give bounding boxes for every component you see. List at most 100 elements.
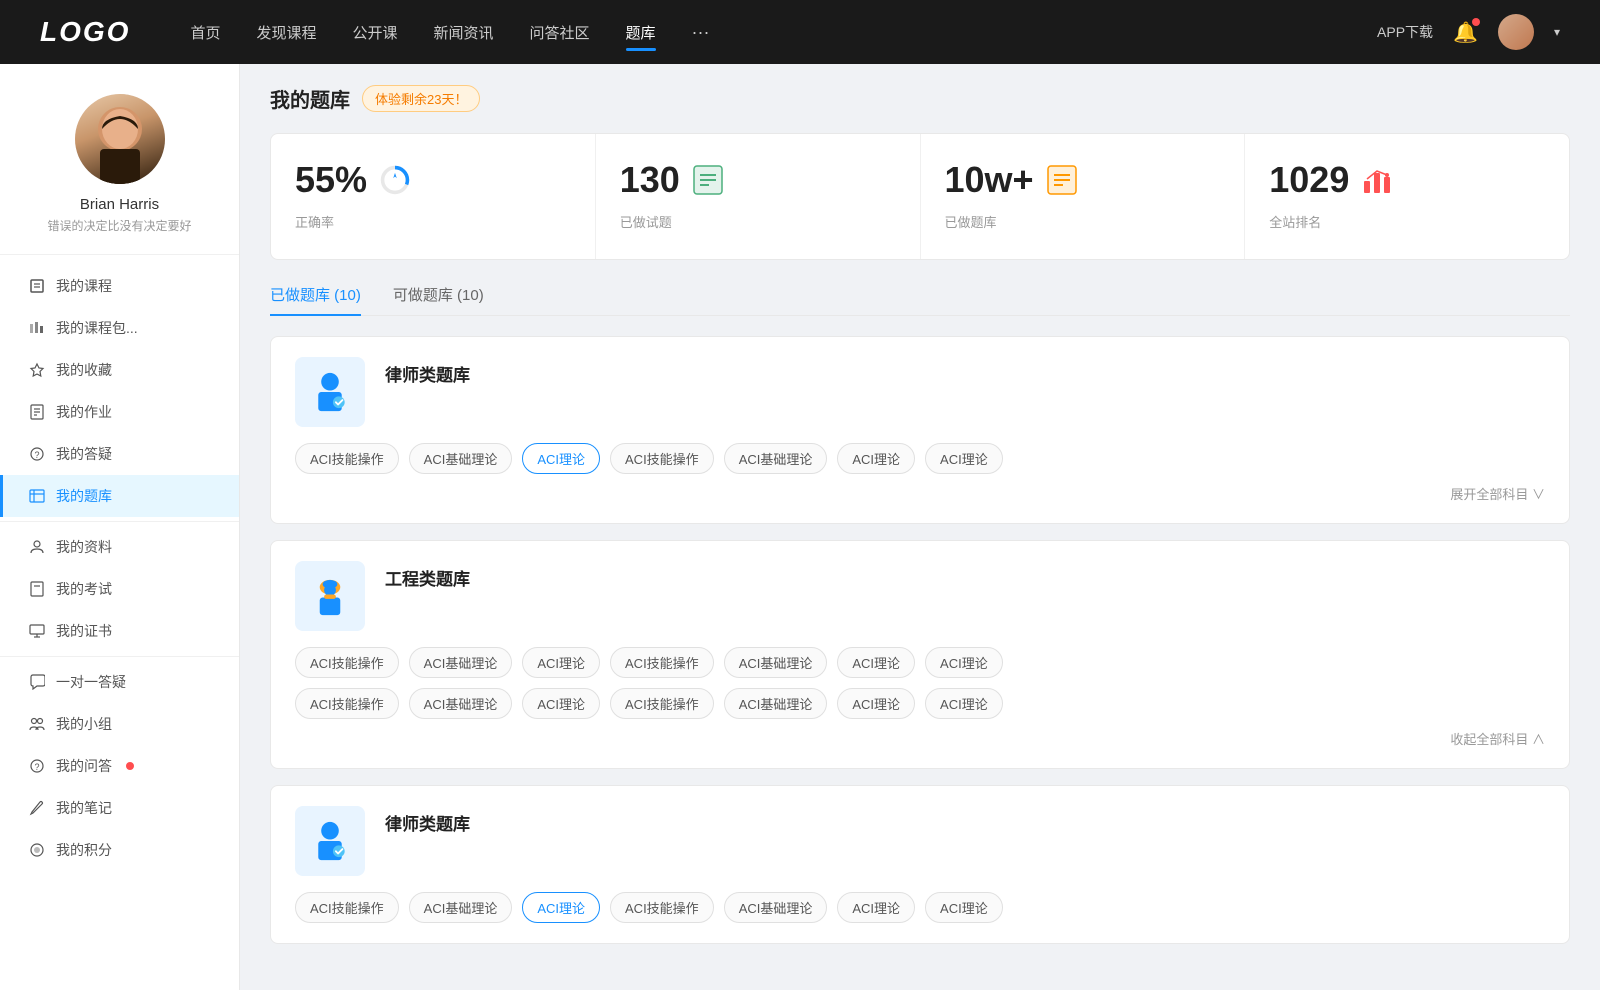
avatar[interactable] (1498, 14, 1534, 50)
tag-item[interactable]: ACI基础理论 (409, 647, 513, 678)
nav-discover[interactable]: 发现课程 (256, 18, 316, 47)
tag-item[interactable]: ACI理论 (925, 443, 1003, 474)
qbank-2-title: 工程类题库 (385, 561, 470, 590)
sidebar-divider-2 (0, 656, 239, 657)
sidebar-item-favorites[interactable]: 我的收藏 (0, 349, 239, 391)
sidebar-item-tutoring[interactable]: 一对一答疑 (0, 661, 239, 703)
exams-icon (28, 580, 46, 598)
nav-bank[interactable]: 题库 (626, 18, 656, 47)
tag-item[interactable]: ACI理论 (522, 647, 600, 678)
nav-more[interactable]: ··· (692, 18, 710, 47)
sidebar-avatar (75, 94, 165, 184)
tag-item[interactable]: ACI技能操作 (610, 892, 714, 923)
qbank-2-collapse-link[interactable]: 收起全部科目 ∧ (295, 729, 1545, 748)
qa-notification-dot (126, 762, 134, 770)
qbank-card-2: 工程类题库 ACI技能操作 ACI基础理论 ACI理论 ACI技能操作 ACI基… (270, 540, 1570, 769)
stat-done-banks-header: 10w+ (945, 162, 1080, 198)
sidebar-item-tutoring-label: 一对一答疑 (56, 672, 126, 692)
qbank-2-tags-row1: ACI技能操作 ACI基础理论 ACI理论 ACI技能操作 ACI基础理论 AC… (295, 647, 1545, 678)
lawyer-icon (308, 370, 352, 414)
tag-item[interactable]: ACI基础理论 (409, 892, 513, 923)
sidebar-item-notes[interactable]: 我的笔记 (0, 787, 239, 829)
sidebar-item-courses[interactable]: 我的课程 (0, 265, 239, 307)
tag-item[interactable]: ACI理论 (925, 688, 1003, 719)
tag-item[interactable]: ACI技能操作 (610, 647, 714, 678)
tag-item[interactable]: ACI技能操作 (295, 688, 399, 719)
user-motto: 错误的决定比没有决定要好 (47, 217, 191, 234)
tag-item-active[interactable]: ACI理论 (522, 892, 600, 923)
sidebar-item-course-packages[interactable]: 我的课程包... (0, 307, 239, 349)
points-icon (28, 841, 46, 859)
tag-item[interactable]: ACI基础理论 (409, 443, 513, 474)
notification-bell[interactable]: 🔔 (1453, 20, 1478, 45)
tag-item[interactable]: ACI技能操作 (610, 688, 714, 719)
stat-done-banks: 10w+ 已做题库 (921, 134, 1246, 259)
tag-item[interactable]: ACI基础理论 (409, 688, 513, 719)
stat-done-banks-value: 10w+ (945, 162, 1034, 198)
svg-text:?: ? (34, 762, 39, 772)
sidebar-item-courses-label: 我的课程 (56, 276, 112, 296)
sidebar-menu: 我的课程 我的课程包... 我的收藏 我的作业 (0, 265, 239, 871)
tag-item[interactable]: ACI技能操作 (295, 443, 399, 474)
svg-text:?: ? (34, 450, 39, 460)
tag-item[interactable]: ACI理论 (837, 443, 915, 474)
sidebar: Brian Harris 错误的决定比没有决定要好 我的课程 我的课程包... (0, 64, 240, 990)
nav-news[interactable]: 新闻资讯 (434, 18, 494, 47)
qbank-1-expand-link[interactable]: 展开全部科目 ∨ (295, 484, 1545, 503)
tag-item[interactable]: ACI理论 (837, 892, 915, 923)
tag-item[interactable]: ACI技能操作 (295, 892, 399, 923)
tag-item[interactable]: ACI理论 (522, 688, 600, 719)
qbank-card-2-header: 工程类题库 (295, 561, 1545, 631)
tag-item[interactable]: ACI基础理论 (724, 688, 828, 719)
ranking-icon (1359, 162, 1395, 198)
qbank-1-title: 律师类题库 (385, 357, 470, 386)
sidebar-item-points[interactable]: 我的积分 (0, 829, 239, 871)
accuracy-chart-icon (377, 162, 413, 198)
tag-item[interactable]: ACI理论 (925, 892, 1003, 923)
stat-ranking-value: 1029 (1269, 162, 1349, 198)
user-dropdown-arrow[interactable]: ▾ (1554, 25, 1560, 39)
sidebar-item-my-qa-label: 我的问答 (56, 756, 112, 776)
tag-item[interactable]: ACI理论 (837, 688, 915, 719)
tab-available-banks[interactable]: 可做题库 (10) (393, 284, 484, 315)
stat-accuracy-header: 55% (295, 162, 413, 198)
sidebar-item-profile[interactable]: 我的资料 (0, 526, 239, 568)
tag-item[interactable]: ACI基础理论 (724, 443, 828, 474)
sidebar-item-question-bank-label: 我的题库 (56, 486, 112, 506)
stat-ranking-header: 1029 (1269, 162, 1395, 198)
sidebar-divider-1 (0, 521, 239, 522)
tag-item[interactable]: ACI理论 (925, 647, 1003, 678)
notes-icon (28, 799, 46, 817)
stat-done-questions-value: 130 (620, 162, 680, 198)
stat-accuracy: 55% 正确率 (271, 134, 596, 259)
sidebar-item-question-bank[interactable]: 我的题库 (0, 475, 239, 517)
main-content: 我的题库 体验剩余23天！ 55% 正确 (240, 64, 1600, 990)
tab-done-banks[interactable]: 已做题库 (10) (270, 284, 361, 315)
sidebar-item-exams[interactable]: 我的考试 (0, 568, 239, 610)
tag-item[interactable]: ACI基础理论 (724, 647, 828, 678)
sidebar-profile: Brian Harris 错误的决定比没有决定要好 (0, 94, 239, 255)
sidebar-item-groups[interactable]: 我的小组 (0, 703, 239, 745)
stat-ranking: 1029 全站排名 (1245, 134, 1569, 259)
tag-item-active[interactable]: ACI理论 (522, 443, 600, 474)
tutoring-icon (28, 673, 46, 691)
tag-item[interactable]: ACI基础理论 (724, 892, 828, 923)
sidebar-item-certificates[interactable]: 我的证书 (0, 610, 239, 652)
questions-icon: ? (28, 445, 46, 463)
nav-opencourse[interactable]: 公开课 (352, 18, 397, 47)
tag-item[interactable]: ACI理论 (837, 647, 915, 678)
sidebar-item-favorites-label: 我的收藏 (56, 360, 112, 380)
navbar: LOGO 首页 发现课程 公开课 新闻资讯 问答社区 题库 ··· APP下载 … (0, 0, 1600, 64)
sidebar-item-course-packages-label: 我的课程包... (56, 318, 138, 338)
app-download-button[interactable]: APP下载 (1377, 22, 1433, 42)
stat-done-questions: 130 已做试题 (596, 134, 921, 259)
sidebar-item-questions[interactable]: ? 我的答疑 (0, 433, 239, 475)
tag-item[interactable]: ACI技能操作 (610, 443, 714, 474)
nav-home[interactable]: 首页 (190, 18, 220, 47)
sidebar-item-homework[interactable]: 我的作业 (0, 391, 239, 433)
nav-qa[interactable]: 问答社区 (530, 18, 590, 47)
sidebar-item-certificates-label: 我的证书 (56, 621, 112, 641)
sidebar-item-notes-label: 我的笔记 (56, 798, 112, 818)
tag-item[interactable]: ACI技能操作 (295, 647, 399, 678)
sidebar-item-my-qa[interactable]: ? 我的问答 (0, 745, 239, 787)
